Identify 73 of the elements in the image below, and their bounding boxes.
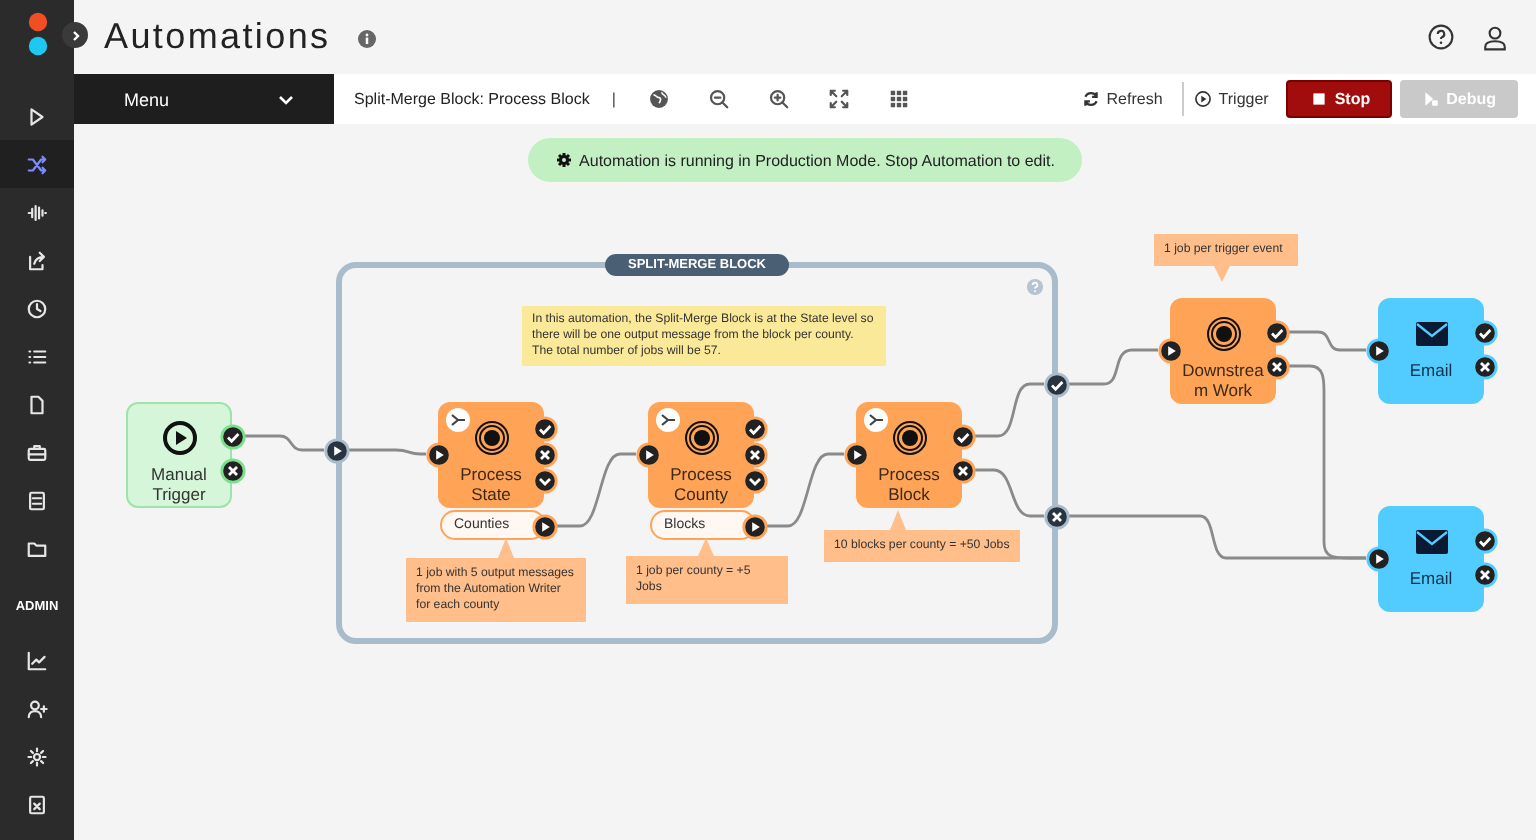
workflow-node[interactable]: Email [1378,298,1484,404]
input-port-icon[interactable] [425,441,451,467]
play-icon [26,105,48,127]
node-label: Process Block [876,464,942,504]
play-circle-icon [161,420,197,456]
globe-icon[interactable] [647,88,670,110]
shuffle-icon [26,153,48,175]
node-label: Process County [668,464,734,504]
workflow-node[interactable]: Email [1378,506,1484,612]
connector-line [242,434,324,452]
clock-icon [26,297,48,319]
stop-icon [1310,90,1329,108]
nav-item[interactable] [0,140,74,188]
check-port-icon[interactable] [1043,371,1069,397]
connector-line [1286,330,1366,352]
separator-text: | [611,90,616,108]
page-title: Automations [104,16,331,58]
export-icon [26,249,48,271]
connector-line [348,448,426,456]
debug-icon [1422,90,1441,108]
input-port-icon[interactable] [635,441,661,467]
workflow-node[interactable]: Downstream Work [1170,298,1276,404]
input-port-icon[interactable] [1157,337,1183,363]
banner-text: Automation is running in Production Mode. Stop Automation to edit. [579,151,1055,169]
envelope-icon [1413,524,1449,560]
info-icon[interactable] [358,30,377,48]
chevron-down-icon [278,93,294,105]
target-icon [891,420,927,456]
menu-dropdown[interactable]: Menu [74,74,334,124]
chevron-right-icon [69,29,81,41]
logo-icon [27,10,47,58]
waveform-icon [26,201,48,223]
sidebar-toggle[interactable] [62,22,88,48]
chart-icon [26,649,48,671]
trigger-button[interactable]: Trigger [1182,82,1277,116]
target-icon [1205,316,1241,352]
workflow-node[interactable]: Process Block [856,402,962,508]
connector-line [556,452,636,528]
play-circle-icon [1194,90,1213,108]
workflow-node[interactable]: Manual Trigger [126,402,232,508]
refresh-button[interactable]: Refresh [1074,82,1171,116]
briefcase-icon [26,441,48,463]
input-port-icon[interactable] [1365,545,1391,571]
grid-icon[interactable] [887,88,910,110]
add-user-icon [26,697,48,719]
connector-line [974,382,1044,438]
help-icon[interactable] [1428,24,1454,50]
node-label: Email [1407,360,1455,380]
envelope-icon [1413,316,1449,352]
connector-line [1068,348,1158,386]
list-icon [26,345,48,367]
file-icon [26,393,48,415]
error-port-icon[interactable] [1043,503,1069,529]
node-label: Downstream Work [1180,360,1266,400]
input-port-icon[interactable] [1365,337,1391,363]
target-icon [683,420,719,456]
stop-button[interactable]: Stop [1286,80,1393,118]
fit-screen-icon[interactable] [827,88,850,110]
folder-icon [26,537,48,559]
zoom-in-icon[interactable] [767,88,790,110]
input-port-icon[interactable] [843,441,869,467]
zoom-out-icon[interactable] [707,88,730,110]
form-icon [26,489,48,511]
user-icon[interactable] [1482,23,1508,51]
node-label: Process State [458,464,524,504]
connector-line [974,468,1044,518]
node-label: Email [1407,568,1455,588]
input-port-icon[interactable] [323,437,349,463]
connector-line [764,452,844,528]
breadcrumb-text: Split-Merge Block: Process Block [354,90,590,108]
refresh-icon [1082,90,1101,108]
node-label: Manual Trigger [149,464,209,504]
target-icon [473,420,509,456]
